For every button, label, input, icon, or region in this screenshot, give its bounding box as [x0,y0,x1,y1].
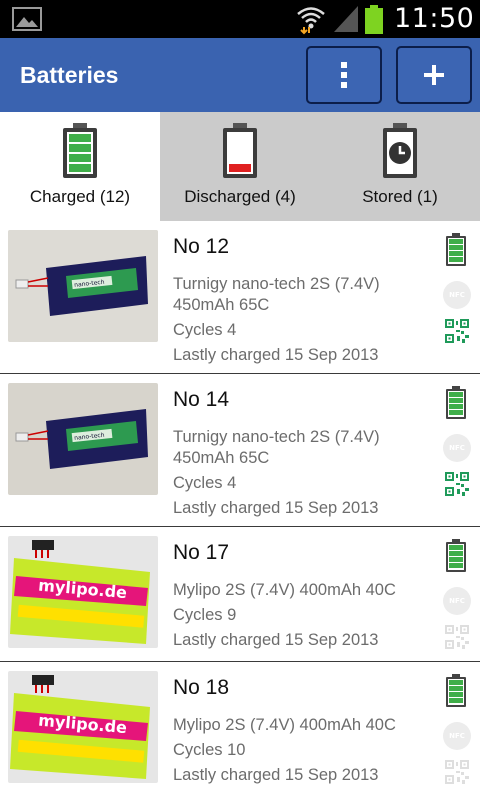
battery-cycles: Cycles 4 [173,321,237,339]
battery-last-charged: Lastly charged 15 Sep 2013 [173,631,379,649]
battery-photo: nano-tech [8,383,158,495]
action-bar: Batteries [0,38,480,112]
qr-code-icon[interactable] [445,472,469,496]
overflow-menu-icon [341,60,347,90]
overflow-menu-button[interactable] [306,46,382,104]
list-item[interactable]: nano-tech No 12 Turnigy nano-tech 2S (7.… [0,221,480,374]
qr-code-icon[interactable] [445,760,469,784]
battery-model: Mylipo 2S (7.4V) 400mAh 40C [173,581,396,599]
battery-name: No 18 [173,676,230,699]
battery-discharged-icon [223,123,257,178]
battery-model-line2: 450mAh 65C [173,296,270,314]
battery-status-icon [446,539,466,572]
battery-stored-icon [383,123,417,178]
add-icon [424,65,444,85]
nfc-icon[interactable]: NFC [443,722,471,750]
tab-stored[interactable]: Stored (1) [320,112,480,221]
qr-code-icon[interactable] [445,625,469,649]
battery-last-charged: Lastly charged 15 Sep 2013 [173,766,379,784]
qr-code-icon[interactable] [445,319,469,343]
gallery-icon [12,7,42,31]
battery-status-icon [446,674,466,707]
battery-last-charged: Lastly charged 15 Sep 2013 [173,346,379,364]
nfc-icon[interactable]: NFC [443,587,471,615]
battery-model: Mylipo 2S (7.4V) 400mAh 40C [173,716,396,734]
nfc-icon[interactable]: NFC [443,281,471,309]
battery-last-charged: Lastly charged 15 Sep 2013 [173,499,379,517]
tab-discharged-label: Discharged (4) [184,187,296,206]
status-time: 11:50 [394,3,475,34]
page-title: Batteries [20,62,119,88]
battery-icon [365,5,383,34]
tab-charged-label: Charged (12) [29,187,131,206]
list-item[interactable]: nano-tech No 14 Turnigy nano-tech 2S (7.… [0,374,480,527]
battery-photo: mylipo.de [8,671,158,783]
battery-cycles: Cycles 10 [173,741,246,759]
battery-photo: mylipo.de [8,536,158,648]
battery-name: No 12 [173,235,230,258]
list-item[interactable]: mylipo.de No 17 Mylipo 2S (7.4V) 400mAh … [0,527,480,662]
tab-charged[interactable]: Charged (12) [0,112,160,221]
battery-charged-icon [63,123,97,178]
battery-cycles: Cycles 4 [173,474,237,492]
battery-name: No 14 [173,388,230,411]
tab-bar: Charged (12) Discharged (4) Stored (1) [0,112,480,221]
nfc-icon[interactable]: NFC [443,434,471,462]
battery-name: No 17 [173,541,230,564]
battery-model-line2: 450mAh 65C [173,449,270,467]
wifi-icon [297,7,325,35]
tab-stored-label: Stored (1) [362,187,438,206]
battery-photo: nano-tech [8,230,158,342]
signal-icon [334,6,358,32]
battery-status-icon [446,386,466,419]
status-bar: 11:50 [0,0,480,38]
battery-status-icon [446,233,466,266]
tab-discharged[interactable]: Discharged (4) [160,112,320,221]
battery-model: Turnigy nano-tech 2S (7.4V) [173,275,380,293]
add-battery-button[interactable] [396,46,472,104]
battery-cycles: Cycles 9 [173,606,237,624]
battery-model: Turnigy nano-tech 2S (7.4V) [173,428,380,446]
list-item[interactable]: mylipo.de No 18 Mylipo 2S (7.4V) 400mAh … [0,662,480,800]
